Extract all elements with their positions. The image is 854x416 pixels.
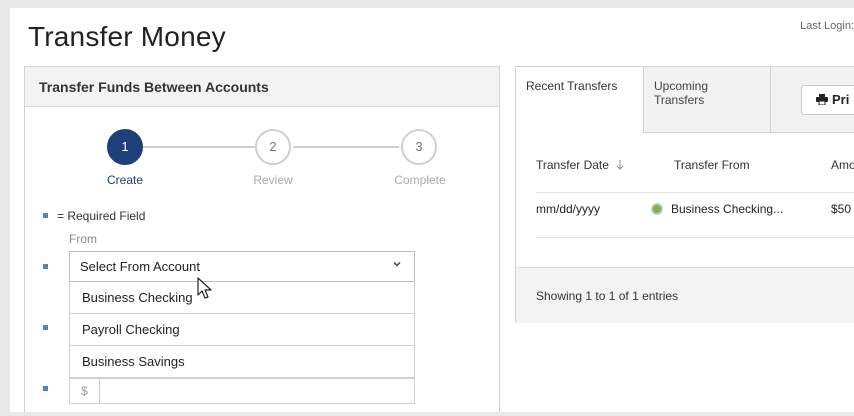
step-connector <box>293 146 399 148</box>
required-field-note: = Required Field <box>57 209 146 223</box>
printer-icon <box>816 93 828 108</box>
step-3-label: Complete <box>394 173 446 187</box>
from-account-select-value: Select From Account <box>80 259 200 274</box>
table-cell-from: Business Checking... <box>651 202 783 216</box>
required-marker <box>43 264 48 269</box>
column-header-amount[interactable]: Amo <box>831 158 854 172</box>
table-cell-amount: $50 <box>831 202 852 216</box>
step-2-circle: 2 <box>255 129 291 165</box>
divider <box>536 192 854 193</box>
divider <box>536 237 854 238</box>
from-option-payroll-checking[interactable]: Payroll Checking <box>69 314 415 346</box>
chevron-down-icon <box>392 258 402 272</box>
step-1-circle: 1 <box>107 129 143 165</box>
print-label: Pri <box>832 92 850 107</box>
tab-recent-transfers[interactable]: Recent Transfers <box>516 67 644 133</box>
column-header-label: Transfer Date <box>536 158 609 172</box>
entries-summary: Showing 1 to 1 of 1 entries <box>536 289 679 303</box>
table-footer: Showing 1 to 1 of 1 entries <box>516 267 854 323</box>
sort-arrow-icon <box>616 159 624 173</box>
step-connector <box>143 146 255 148</box>
tab-upcoming-transfers[interactable]: Upcoming Transfers <box>644 67 771 133</box>
recent-transfers-panel: Recent Transfers Upcoming Transfers Pri … <box>515 66 854 323</box>
from-label: From <box>69 232 97 246</box>
amount-input[interactable]: $ <box>69 378 415 404</box>
transfer-from-value: Business Checking... <box>671 202 784 216</box>
required-marker <box>43 325 48 330</box>
from-option-business-checking[interactable]: Business Checking <box>69 282 415 314</box>
table-cell-date: mm/dd/yyyy <box>536 202 601 216</box>
column-header-transfer-date[interactable]: Transfer Date <box>536 158 624 173</box>
required-marker <box>43 386 48 391</box>
column-header-transfer-from[interactable]: Transfer From <box>674 158 750 172</box>
from-account-select[interactable]: Select From Account <box>69 251 415 282</box>
step-1-label: Create <box>106 173 144 187</box>
mouse-cursor-icon <box>197 277 213 306</box>
page: Transfer Money Last Login: Transfer Fund… <box>10 8 854 412</box>
currency-prefix: $ <box>70 379 100 403</box>
step-2-label: Review <box>253 173 293 187</box>
step-3-circle: 3 <box>401 129 437 165</box>
status-check-icon <box>651 203 663 215</box>
transfer-panel: Transfer Funds Between Accounts 1 2 3 Cr… <box>24 66 500 412</box>
required-marker <box>43 213 48 218</box>
page-title: Transfer Money <box>28 21 226 52</box>
transfer-panel-title: Transfer Funds Between Accounts <box>25 67 499 107</box>
from-option-business-savings[interactable]: Business Savings <box>69 346 415 378</box>
print-button[interactable]: Pri <box>801 85 854 115</box>
last-login: Last Login: <box>800 20 854 32</box>
